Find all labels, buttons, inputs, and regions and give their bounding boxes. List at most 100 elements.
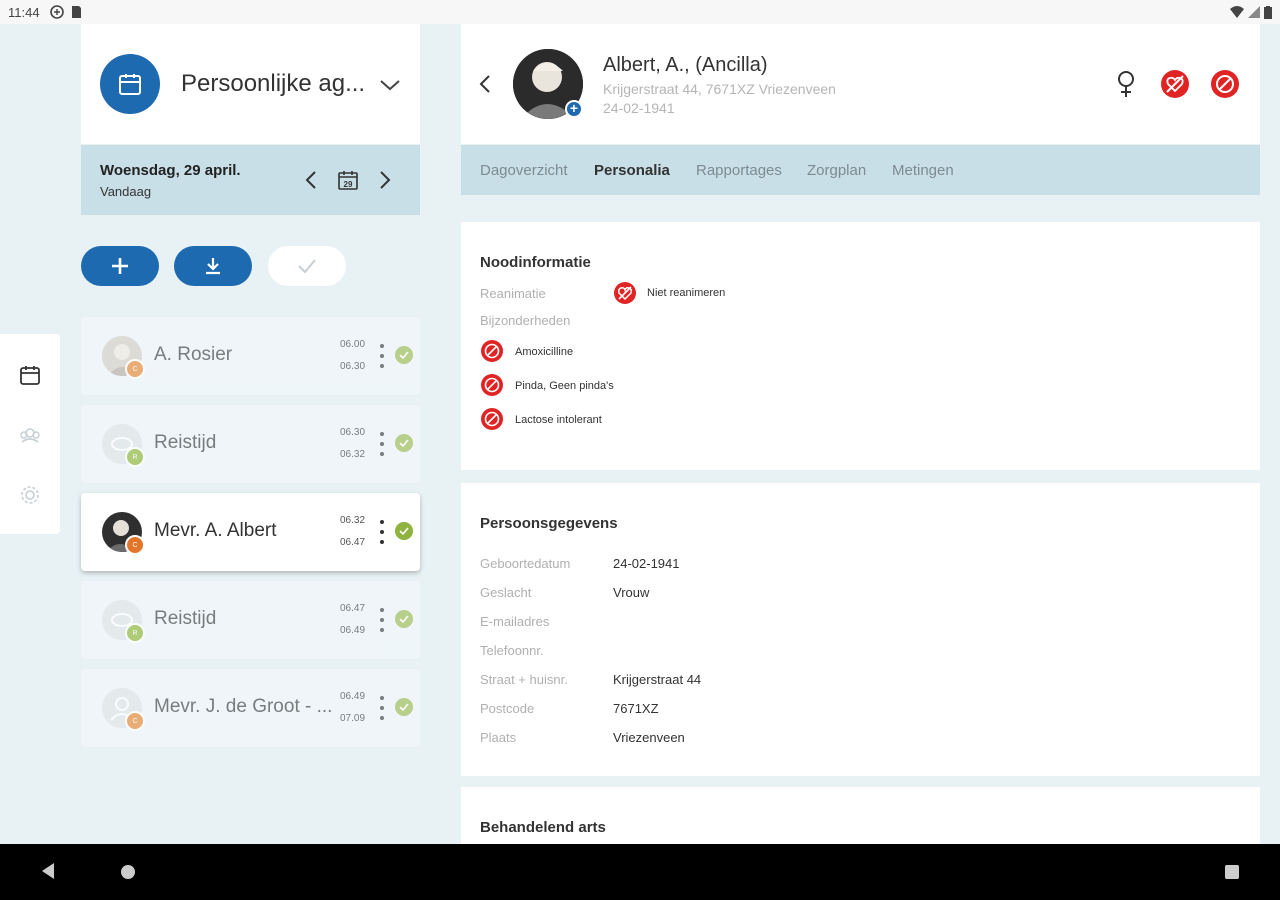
calendar-icon[interactable] — [19, 364, 41, 386]
tab-dagoverzicht[interactable]: Dagoverzicht — [480, 162, 568, 179]
more-options-icon[interactable] — [379, 341, 385, 371]
appointment-end: 06.30 — [340, 361, 366, 372]
appointment-name: Mevr. J. de Groot - ... — [154, 696, 333, 717]
do-not-resuscitate-icon[interactable] — [1160, 69, 1190, 99]
side-rail — [0, 334, 60, 534]
appointment-badge: C — [125, 535, 145, 555]
sync-icon — [49, 5, 64, 19]
appointment-name: A. Rosier — [154, 344, 233, 365]
gender-value: Vrouw — [613, 585, 650, 600]
patient-tabs: Dagoverzicht Personalia Rapportages Zorg… — [461, 145, 1260, 195]
tab-personalia[interactable]: Personalia — [594, 162, 670, 179]
chevron-right-icon — [380, 171, 391, 189]
check-icon — [298, 259, 316, 274]
allergy-icon — [481, 374, 503, 396]
appointment-badge: R — [125, 447, 145, 467]
birthdate-value: 24-02-1941 — [613, 556, 680, 571]
tab-metingen[interactable]: Metingen — [892, 162, 954, 179]
appointment-end: 06.32 — [340, 449, 366, 460]
female-icon — [1118, 71, 1134, 97]
allergy-item: Pinda, Geen pinda's — [515, 380, 614, 392]
tab-zorgplan[interactable]: Zorgplan — [807, 162, 866, 179]
appointment-item[interactable]: C A. Rosier 06.00 06.30 — [81, 317, 420, 395]
allergy-item: Lactose intolerant — [515, 414, 602, 426]
signal-icon — [1248, 6, 1260, 18]
battery-icon — [1264, 5, 1272, 19]
status-bar: 11:44 — [0, 0, 1280, 24]
appointment-item[interactable]: R Reistijd 06.47 06.49 — [81, 581, 420, 659]
tab-rapportages[interactable]: Rapportages — [696, 162, 782, 179]
team-icon[interactable] — [19, 424, 41, 446]
resuscitation-label: Reanimatie — [480, 286, 546, 301]
patient-birthdate: 24-02-1941 — [603, 100, 675, 116]
appointment-badge: C — [125, 711, 145, 731]
patient-header: + Albert, A., (Ancilla) Krijgerstraat 44… — [461, 24, 1260, 144]
settings-icon[interactable] — [19, 484, 41, 506]
appointment-end: 06.49 — [340, 625, 366, 636]
back-nav-icon[interactable] — [40, 862, 56, 880]
appointment-item[interactable]: C Mevr. J. de Groot - ... 06.49 07.09 — [81, 669, 420, 747]
download-button[interactable] — [174, 246, 252, 286]
do-not-resuscitate-icon — [614, 282, 636, 304]
calendar-day-number: 29 — [344, 180, 353, 189]
personal-details-title: Persoonsgegevens — [480, 515, 618, 532]
allergy-icon — [481, 408, 503, 430]
download-icon — [206, 258, 220, 275]
appointment-start: 06.00 — [340, 339, 366, 350]
appointment-badge: C — [125, 359, 145, 379]
gender-label: Geslacht — [480, 585, 532, 600]
confirm-button[interactable] — [268, 246, 346, 286]
email-label: E-mailadres — [480, 614, 550, 629]
agenda-title: Persoonlijke ag... — [181, 70, 366, 97]
emergency-info-card: Noodinformatie Reanimatie Niet reanimere… — [461, 222, 1260, 470]
appointment-item-selected[interactable]: C Mevr. A. Albert 06.32 06.47 — [81, 493, 420, 571]
back-arrow-icon[interactable] — [479, 74, 491, 94]
postcode-value: 7671XZ — [613, 701, 659, 716]
appointment-start: 06.30 — [340, 427, 366, 438]
date-navigator: Woensdag, 29 april. Vandaag 29 — [81, 145, 420, 215]
sd-card-icon — [71, 6, 81, 18]
appointment-end: 06.47 — [340, 537, 366, 548]
agenda-header[interactable]: Persoonlijke ag... — [81, 24, 420, 144]
city-value: Vriezenveen — [613, 730, 685, 745]
personal-details-card: Persoonsgegevens Geboortedatum 24-02-194… — [461, 483, 1260, 776]
chevron-down-icon[interactable] — [379, 78, 401, 92]
patient-name: Albert, A., (Ancilla) — [603, 54, 768, 76]
allergy-item: Amoxicilline — [515, 346, 574, 358]
particulars-label: Bijzonderheden — [480, 313, 571, 328]
calendar-icon — [119, 74, 141, 95]
calendar-day-icon: 29 — [338, 171, 358, 190]
plus-icon — [112, 258, 128, 274]
agenda-calendar-button[interactable] — [100, 54, 160, 114]
more-options-icon[interactable] — [379, 517, 385, 547]
home-nav-icon[interactable] — [120, 864, 136, 880]
appointment-start: 06.32 — [340, 515, 366, 526]
appointment-end: 07.09 — [340, 713, 366, 724]
previous-day-button[interactable] — [298, 167, 324, 193]
add-photo-button[interactable]: + — [565, 100, 583, 118]
street-value: Krijgerstraat 44 — [613, 672, 702, 687]
allergy-icon — [481, 340, 503, 362]
next-day-button[interactable] — [372, 167, 398, 193]
treating-physician-title: Behandelend arts — [480, 819, 606, 836]
current-date: Woensdag, 29 april. — [100, 162, 241, 179]
completed-check-icon — [395, 346, 413, 364]
completed-check-icon — [395, 610, 413, 628]
allergy-icon[interactable] — [1210, 69, 1240, 99]
treating-physician-card: Behandelend arts — [461, 787, 1260, 844]
appointment-item[interactable]: R Reistijd 06.30 06.32 — [81, 405, 420, 483]
emergency-info-title: Noodinformatie — [480, 254, 591, 271]
more-options-icon[interactable] — [379, 693, 385, 723]
completed-check-icon — [395, 434, 413, 452]
city-label: Plaats — [480, 730, 517, 745]
status-time: 11:44 — [8, 4, 40, 20]
recents-nav-icon[interactable] — [1224, 864, 1240, 880]
patient-address: Krijgerstraat 44, 7671XZ Vriezenveen — [603, 81, 836, 97]
more-options-icon[interactable] — [379, 605, 385, 635]
postcode-label: Postcode — [480, 701, 535, 716]
more-options-icon[interactable] — [379, 429, 385, 459]
appointment-badge: R — [125, 623, 145, 643]
add-button[interactable] — [81, 246, 159, 286]
wifi-icon — [1230, 6, 1244, 18]
date-picker-button[interactable]: 29 — [335, 167, 361, 193]
